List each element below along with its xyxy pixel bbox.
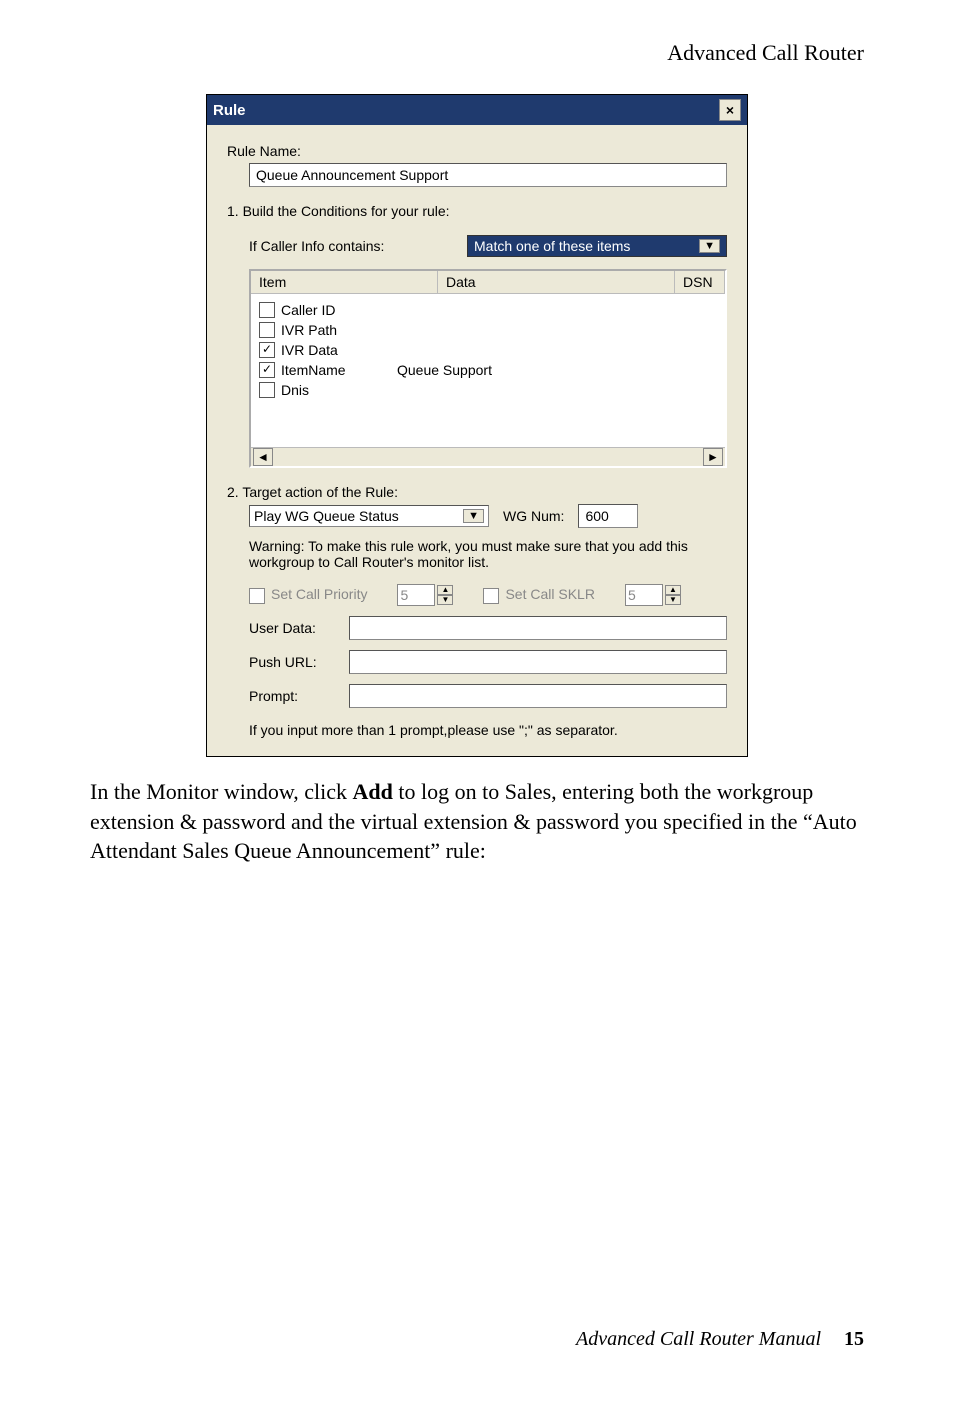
col-dsn: DSN (675, 271, 725, 293)
target-action-select[interactable]: Play WG Queue Status ▼ (249, 505, 489, 527)
dialog-titlebar: Rule × (207, 95, 747, 125)
spin-down-icon[interactable]: ▼ (665, 595, 681, 605)
item-name: IVR Data (281, 342, 338, 358)
para-pre: In the Monitor window, click (90, 779, 353, 804)
wg-num-label: WG Num: (503, 508, 564, 524)
page-footer: Advanced Call Router Manual 15 (576, 1328, 864, 1351)
dialog-title: Rule (213, 102, 246, 119)
user-data-label: User Data: (249, 620, 339, 636)
match-mode-select[interactable]: Match one of these items ▼ (467, 235, 727, 257)
separator-note: If you input more than 1 prompt,please u… (249, 722, 727, 738)
close-icon[interactable]: × (719, 99, 741, 121)
scroll-right-icon[interactable]: ► (703, 448, 723, 466)
list-item[interactable]: Dnis (259, 380, 717, 400)
page-header: Advanced Call Router (90, 40, 864, 66)
list-item[interactable]: IVR Path (259, 320, 717, 340)
para-bold: Add (353, 779, 393, 804)
push-url-label: Push URL: (249, 654, 339, 670)
user-data-input[interactable] (349, 616, 727, 640)
page-number: 15 (844, 1328, 864, 1350)
chevron-down-icon: ▼ (699, 239, 720, 253)
prompt-label: Prompt: (249, 688, 339, 704)
col-item: Item (251, 271, 438, 293)
list-item[interactable]: ✓ ItemName Queue Support (259, 360, 717, 380)
set-call-priority-label: Set Call Priority (271, 586, 367, 602)
item-name: ItemName (281, 362, 391, 378)
scroll-left-icon[interactable]: ◄ (253, 448, 273, 466)
checkbox-icon[interactable]: ✓ (259, 342, 275, 358)
rule-dialog: Rule × Rule Name: 1. Build the Condition… (206, 94, 748, 757)
checkbox-icon[interactable] (259, 382, 275, 398)
priority-value (397, 584, 435, 606)
wg-num-input[interactable] (578, 504, 638, 528)
target-action-value: Play WG Queue Status (254, 508, 399, 524)
item-name: IVR Path (281, 322, 337, 338)
item-name: Dnis (281, 382, 309, 398)
spin-up-icon[interactable]: ▲ (437, 585, 453, 595)
spin-down-icon[interactable]: ▼ (437, 595, 453, 605)
h-scrollbar[interactable]: ◄ ► (251, 447, 725, 466)
checkbox-icon[interactable]: ✓ (259, 362, 275, 378)
rule-name-input[interactable] (249, 163, 727, 187)
item-name: Caller ID (281, 302, 335, 318)
prompt-input[interactable] (349, 684, 727, 708)
set-call-sklr-label: Set Call SKLR (505, 586, 594, 602)
build-conditions-label: 1. Build the Conditions for your rule: (227, 203, 727, 219)
chevron-down-icon: ▼ (463, 509, 484, 523)
col-data: Data (438, 271, 675, 293)
target-action-label: 2. Target action of the Rule: (227, 484, 727, 500)
rule-name-label: Rule Name: (227, 143, 727, 159)
match-mode-value: Match one of these items (474, 238, 630, 254)
checkbox-icon[interactable] (259, 302, 275, 318)
caller-info-label: If Caller Info contains: (249, 238, 384, 254)
warning-text: Warning: To make this rule work, you mus… (249, 538, 727, 570)
checkbox-icon[interactable] (259, 322, 275, 338)
priority-spin[interactable]: ▲▼ (397, 584, 453, 606)
footer-title: Advanced Call Router Manual (576, 1328, 821, 1350)
conditions-listview[interactable]: Item Data DSN Caller ID IVR Path ✓ IVR Da… (249, 269, 727, 468)
body-paragraph: In the Monitor window, click Add to log … (90, 777, 864, 866)
list-item[interactable]: ✓ IVR Data (259, 340, 717, 360)
spin-up-icon[interactable]: ▲ (665, 585, 681, 595)
list-item[interactable]: Caller ID (259, 300, 717, 320)
listview-header: Item Data DSN (251, 271, 725, 294)
sklr-spin[interactable]: ▲▼ (625, 584, 681, 606)
set-call-priority-check[interactable]: Set Call Priority (249, 586, 367, 603)
push-url-input[interactable] (349, 650, 727, 674)
item-data: Queue Support (397, 362, 492, 378)
set-call-sklr-check[interactable]: Set Call SKLR (483, 586, 594, 603)
sklr-value (625, 584, 663, 606)
